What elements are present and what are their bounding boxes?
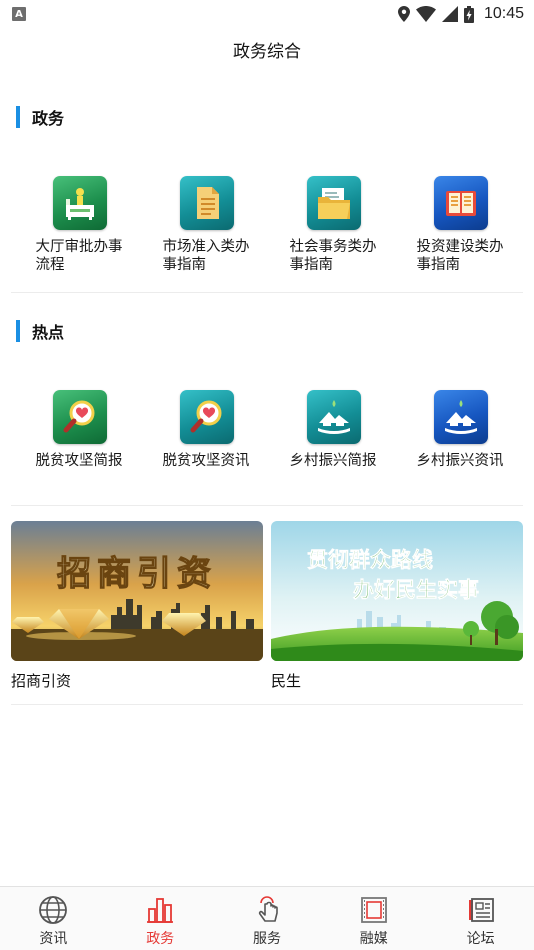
status-bar: A 10:45 — [0, 0, 534, 28]
nav-label: 服务 — [252, 931, 281, 947]
grid-item-label: 乡村振兴资讯 — [416, 453, 504, 469]
banner-caption-livelihood[interactable]: 民生 — [271, 670, 301, 691]
grid-item-label: 乡村振兴简报 — [289, 453, 377, 469]
village-icon — [306, 390, 361, 444]
magnifier-heart-icon — [52, 390, 107, 444]
signal-icon — [441, 6, 458, 22]
divider — [11, 292, 523, 293]
section-accent-bar — [16, 320, 20, 342]
nav-label: 融媒 — [359, 931, 388, 947]
grid-item-poverty-brief[interactable]: 脱贫攻坚简报 — [16, 390, 143, 470]
grid-item-label: 投资建设类办事指南 — [416, 239, 504, 273]
nav-item-media[interactable]: 融媒 — [320, 887, 427, 950]
section-heading-hot: 热点 — [16, 318, 64, 344]
film-icon — [360, 897, 387, 923]
section-title: 热点 — [32, 323, 65, 342]
section-title: 政务 — [32, 109, 65, 128]
banner-livelihood-image-line1: 贯彻群众路线 — [307, 548, 433, 572]
grid-item-label: 脱贫攻坚简报 — [35, 453, 123, 469]
banner-caption-investment[interactable]: 招商引资 — [11, 670, 71, 691]
buildings-icon — [147, 898, 174, 923]
location-icon — [397, 6, 410, 22]
magnifier-heart-icon — [179, 390, 234, 444]
grid-item-label: 脱贫攻坚资讯 — [162, 453, 250, 469]
banner-investment-image-text: 招商引资 — [57, 554, 217, 594]
nav-label: 政务 — [146, 931, 175, 947]
grid-item-investment[interactable]: 投资建设类办事指南 — [397, 176, 524, 274]
grid-item-market-access[interactable]: 市场准入类办事指南 — [143, 176, 270, 274]
nav-item-news[interactable]: 资讯 — [0, 887, 107, 950]
grid-item-label: 市场准入类办事指南 — [162, 239, 250, 273]
grid-item-poverty-news[interactable]: 脱贫攻坚资讯 — [143, 390, 270, 470]
book-icon — [433, 176, 488, 230]
nav-label: 资讯 — [39, 931, 68, 947]
touch-hand-icon — [258, 896, 278, 922]
grid-item-rural-brief[interactable]: 乡村振兴简报 — [270, 390, 397, 470]
grid-item-social-affairs[interactable]: 社会事务类办事指南 — [270, 176, 397, 274]
wifi-icon — [415, 6, 436, 22]
grid-item-label: 社会事务类办事指南 — [289, 239, 377, 273]
folder-icon — [306, 176, 361, 230]
status-time: 10:45 — [483, 5, 524, 22]
banner-livelihood-image-line2: 办好民生实事 — [353, 578, 479, 602]
nav-item-gov[interactable]: 政务 — [107, 887, 214, 950]
nav-label: 论坛 — [466, 931, 495, 947]
section-accent-bar — [16, 106, 20, 128]
grid-item-rural-news[interactable]: 乡村振兴资讯 — [397, 390, 524, 470]
divider — [11, 505, 523, 506]
gov-services-grid: 大厅审批办事流程 市场准入类办事指南 社会事务类办事指南 投资建设类办事指南 — [0, 176, 534, 274]
banner-investment-image: 招商引资 — [11, 521, 263, 661]
hot-topics-grid: 脱贫攻坚简报 脱贫攻坚资讯 乡村振兴简报 乡村振兴资讯 — [0, 390, 534, 470]
section-heading-gov: 政务 — [16, 104, 64, 130]
grid-item-label: 大厅审批办事流程 — [35, 239, 123, 273]
nav-item-service[interactable]: 服务 — [214, 887, 321, 950]
newspaper-icon — [468, 898, 494, 922]
app-header: 政务综合 — [0, 28, 534, 70]
globe-icon — [39, 896, 68, 924]
battery-icon — [463, 5, 474, 23]
banner-livelihood-image: 贯彻群众路线 办好民生实事 — [271, 521, 523, 661]
page-title: 政务综合 — [233, 41, 301, 62]
document-icon — [179, 176, 234, 230]
village-icon — [433, 390, 488, 444]
notification-a-icon: A — [12, 7, 26, 21]
approval-desk-icon — [52, 176, 107, 230]
nav-item-forum[interactable]: 论坛 — [427, 887, 534, 950]
divider — [11, 704, 523, 705]
banner-investment[interactable]: 招商引资 — [11, 521, 263, 661]
grid-item-hall-approval[interactable]: 大厅审批办事流程 — [16, 176, 143, 274]
bottom-nav: 资讯 政务 服务 融媒 论坛 — [0, 886, 534, 950]
banner-livelihood[interactable]: 贯彻群众路线 办好民生实事 — [271, 521, 523, 661]
